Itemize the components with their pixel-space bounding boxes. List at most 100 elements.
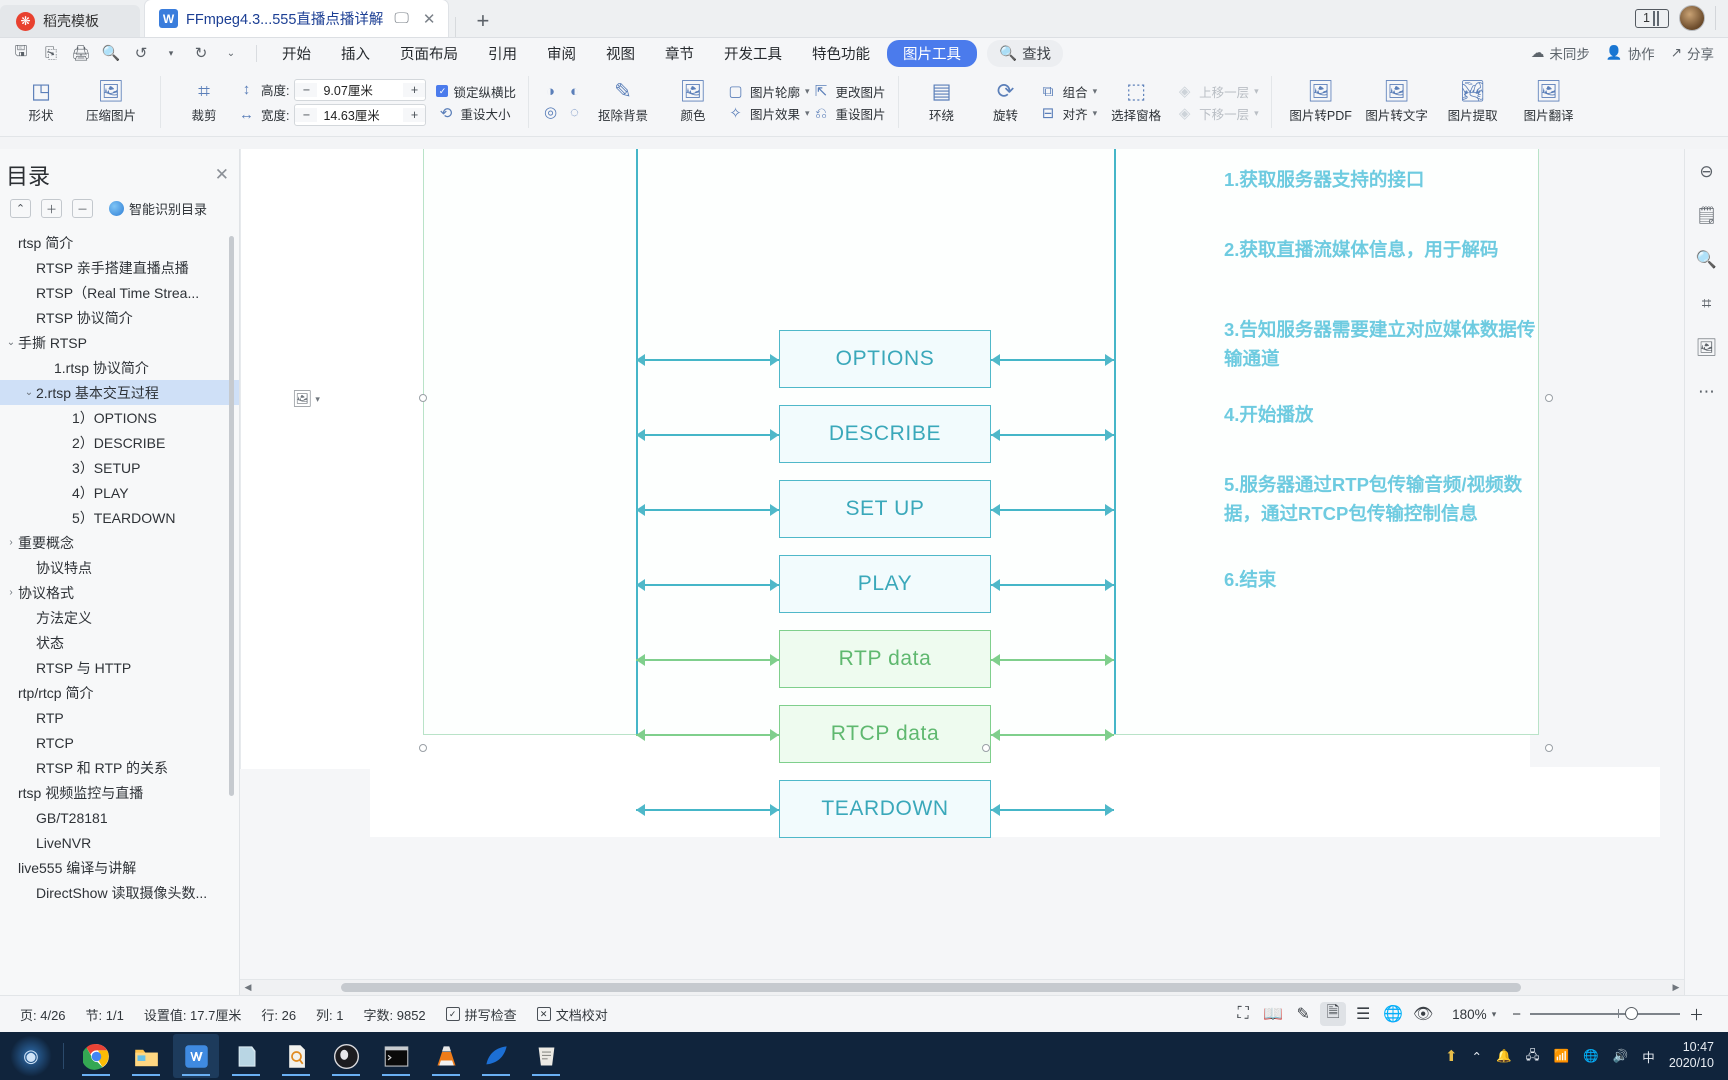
align-button[interactable]: ⊟ 对齐 ▾ [1039,104,1098,123]
volume-icon[interactable]: 🔊 [1613,1049,1629,1064]
obs-icon[interactable] [323,1034,369,1078]
horizontal-scroll-thumb[interactable] [341,983,1521,992]
menu-item-special-features[interactable]: 特色功能 [799,41,883,66]
customize-quick-access-icon[interactable]: ⌄ [218,41,244,65]
sidebar-item-12[interactable]: › 重要概念 [0,530,239,555]
toc-list[interactable]: rtsp 简介 RTSP 亲手搭建直播点播 RTSP（Real Time Strea… [0,228,239,995]
shape-button[interactable]: ◳ 形状 [10,78,72,127]
close-tab-icon[interactable]: ✕ [420,10,439,28]
picture-to-pdf-button[interactable]: 🖼 图片转PDF [1284,78,1358,127]
sidebar-item-14[interactable]: › 协议格式 [0,580,239,605]
reset-picture-button[interactable]: ⎌ 重设图片 [812,104,886,123]
change-picture-button[interactable]: ⇱ 更改图片 [812,82,886,101]
find-button[interactable]: 🔍 查找 [987,39,1064,67]
collapse-ribbon-icon[interactable]: ⊖ [1692,157,1722,187]
sidebar-item-20[interactable]: RTCP [0,730,239,755]
print-preview-icon[interactable]: 🔍 [98,41,124,65]
sidebar-item-26[interactable]: DirectShow 读取摄像头数... [0,880,239,905]
sync-status[interactable]: ☁ 未同步 [1531,43,1590,63]
outline-icon[interactable]: ☰ [1350,1002,1376,1026]
contrast-decrease-icon[interactable]: ◌ [565,104,584,121]
network-icon[interactable]: 🖧 [1526,1046,1540,1067]
wireshark-icon[interactable] [473,1034,519,1078]
zoom-level[interactable]: 180% [1452,1007,1487,1022]
new-tab-button[interactable]: + [462,8,503,37]
sublime-icon[interactable] [523,1034,569,1078]
sidebar-item-22[interactable]: rtsp 视频监控与直播 [0,780,239,805]
sidebar-item-4[interactable]: ⌄ 手撕 RTSP [0,330,239,355]
selection-pane-button[interactable]: ⬚ 选择窗格 [1099,78,1173,127]
menu-item-references[interactable]: 引用 [475,41,530,66]
crop-button[interactable]: ⌗ 裁剪 [173,78,235,127]
web-layout-icon[interactable]: 🌐 [1380,1002,1406,1026]
selected-image[interactable]: OPTIONS DESCRIBE SET UP PLAY RTP data RTCP da… [423,149,1539,838]
chevron-icon[interactable]: ⌄ [4,337,18,348]
remove-background-button[interactable]: ✎ 抠除背景 [586,78,660,127]
share-button[interactable]: ↗ 分享 [1671,43,1714,63]
ime-indicator[interactable]: 中 [1642,1047,1655,1066]
wifi-icon[interactable]: 📶 [1554,1049,1570,1064]
width-stepper[interactable]: − 14.63厘米 + [294,103,427,126]
chrome-icon[interactable] [73,1034,119,1078]
status-page[interactable]: 页: 4/26 [10,1005,76,1024]
sidebar-item-0[interactable]: rtsp 简介 [0,230,239,255]
resize-handle-bottom[interactable] [982,744,990,752]
sidebar-item-24[interactable]: LiveNVR [0,830,239,855]
document-canvas[interactable]: 🖼 ▾ OPTIONS DESCRIBE SET UP PLAY RTP data RTC… [240,149,1728,995]
width-increase-button[interactable]: + [403,107,426,122]
sidebar-item-2[interactable]: RTSP（Real Time Strea... [0,280,239,305]
menu-item-picture-tools[interactable]: 图片工具 [887,39,977,67]
print-icon[interactable]: 🖨 [68,41,94,65]
undo-dropdown-icon[interactable]: ▾ [158,41,184,65]
sidebar-item-9[interactable]: 3）SETUP [0,455,239,480]
picture-to-text-button[interactable]: 🖼 图片转文字 [1360,78,1434,127]
compress-picture-button[interactable]: 🖼 压缩图片 [74,78,148,127]
resize-handle-bottom-right[interactable] [1545,744,1553,752]
undo-icon[interactable]: ↺ [128,41,154,65]
proofread-button[interactable]: ✕ 文档校对 [527,1005,618,1024]
chevron-icon[interactable]: › [4,537,18,548]
layout-options-button[interactable]: 🖼 ▾ [292,389,320,409]
picture-translate-button[interactable]: 🖼 图片翻译 [1512,78,1586,127]
status-column[interactable]: 列: 1 [306,1005,353,1024]
status-words[interactable]: 字数: 9852 [354,1005,436,1024]
chevron-down-icon-6[interactable]: ▾ [1254,108,1259,119]
resize-handle-left[interactable] [419,394,427,402]
sidebar-item-7[interactable]: 1）OPTIONS [0,405,239,430]
sidebar-item-1[interactable]: RTSP 亲手搭建直播点播 [0,255,239,280]
chevron-down-icon-4[interactable]: ▾ [1093,108,1098,119]
horizontal-scrollbar[interactable]: ◀ ▶ [240,979,1684,995]
picture-outline-button[interactable]: ▢ 图片轮廓 ▾ [726,82,809,101]
status-line[interactable]: 行: 26 [251,1005,306,1024]
lock-aspect-checkbox[interactable]: ✓ 锁定纵横比 [436,82,516,101]
page-layout-icon[interactable]: 🗎 [1320,1002,1347,1026]
sidebar-item-5[interactable]: 1.rtsp 协议简介 [0,355,239,380]
resize-handle-bottom-left[interactable] [419,744,427,752]
notification-icon[interactable]: 🔔 [1496,1049,1512,1064]
sidebar-scrollbar[interactable] [229,236,234,796]
wrap-text-button[interactable]: ▤ 环绕 [911,78,973,127]
template-tab[interactable]: ❋ 稻壳模板 [0,5,140,37]
save-as-icon[interactable]: ⎘ [38,41,64,65]
resize-handle-right[interactable] [1545,394,1553,402]
upload-icon[interactable]: ⬆ [1445,1047,1458,1065]
menu-item-insert[interactable]: 插入 [328,41,383,66]
close-icon[interactable]: ✕ [215,165,229,185]
collapse-icon[interactable]: － [72,199,93,218]
send-backward-button[interactable]: ◈ 下移一层 ▾ [1175,104,1259,123]
sidebar-item-25[interactable]: live555 编译与讲解 [0,855,239,880]
status-setting[interactable]: 设置值: 17.7厘米 [134,1005,252,1024]
zoom-out-icon[interactable]: − [1512,1006,1521,1023]
zoom-slider-knob[interactable] [1624,1007,1638,1021]
bring-forward-button[interactable]: ◈ 上移一层 ▾ [1175,82,1259,101]
sidebar-item-23[interactable]: GB/T28181 [0,805,239,830]
width-value[interactable]: 14.63厘米 [317,105,403,124]
menu-item-review[interactable]: 审阅 [534,41,589,66]
height-decrease-button[interactable]: − [295,82,318,97]
edit-layout-icon[interactable]: ✎ [1290,1002,1316,1026]
picture-extract-button[interactable]: 🏞 图片提取 [1436,78,1510,127]
menu-item-developer[interactable]: 开发工具 [711,41,795,66]
sidebar-item-10[interactable]: 4）PLAY [0,480,239,505]
sidebar-item-15[interactable]: 方法定义 [0,605,239,630]
present-icon[interactable]: 🖵 [391,10,411,27]
